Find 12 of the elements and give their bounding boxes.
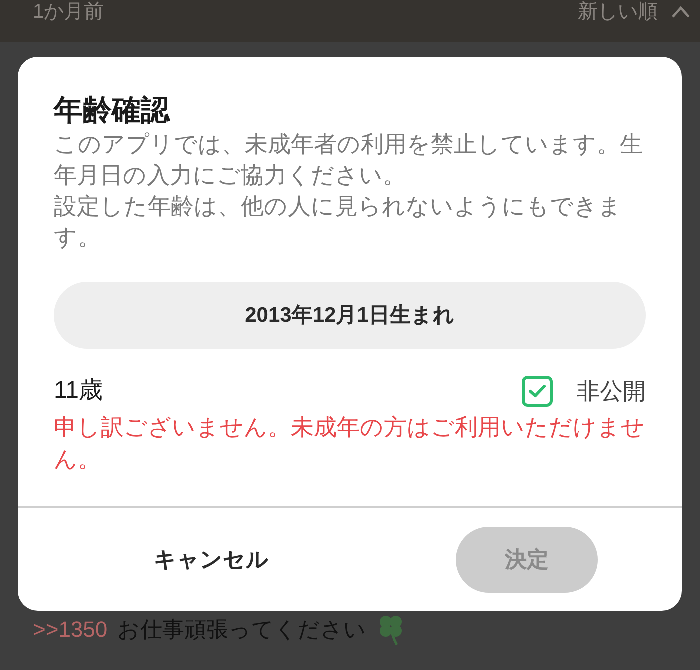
dialog-title: 年齢確認 [54,94,172,129]
checkmark-icon [529,384,546,398]
post-time: 1か月前 [33,1,104,23]
dialog-message: このアプリでは、未成年者の利用を禁止しています。生年月日の入力にご協力ください。 [54,130,644,190]
cancel-button[interactable]: キャンセル [130,526,293,592]
private-checkbox[interactable] [522,376,553,406]
birthdate-button[interactable]: 2013年12月1日生まれ [54,282,646,349]
age-label: 11歳 [54,376,103,406]
private-label[interactable]: 非公開 [577,374,646,408]
error-message: 申し訳ございません。未成年の方はご利用いただけません。 [54,413,646,474]
chevron-up-icon[interactable] [672,6,690,18]
dialog-message: 設定した年齢は、他の人に見られないようにもできます。 [54,192,623,252]
